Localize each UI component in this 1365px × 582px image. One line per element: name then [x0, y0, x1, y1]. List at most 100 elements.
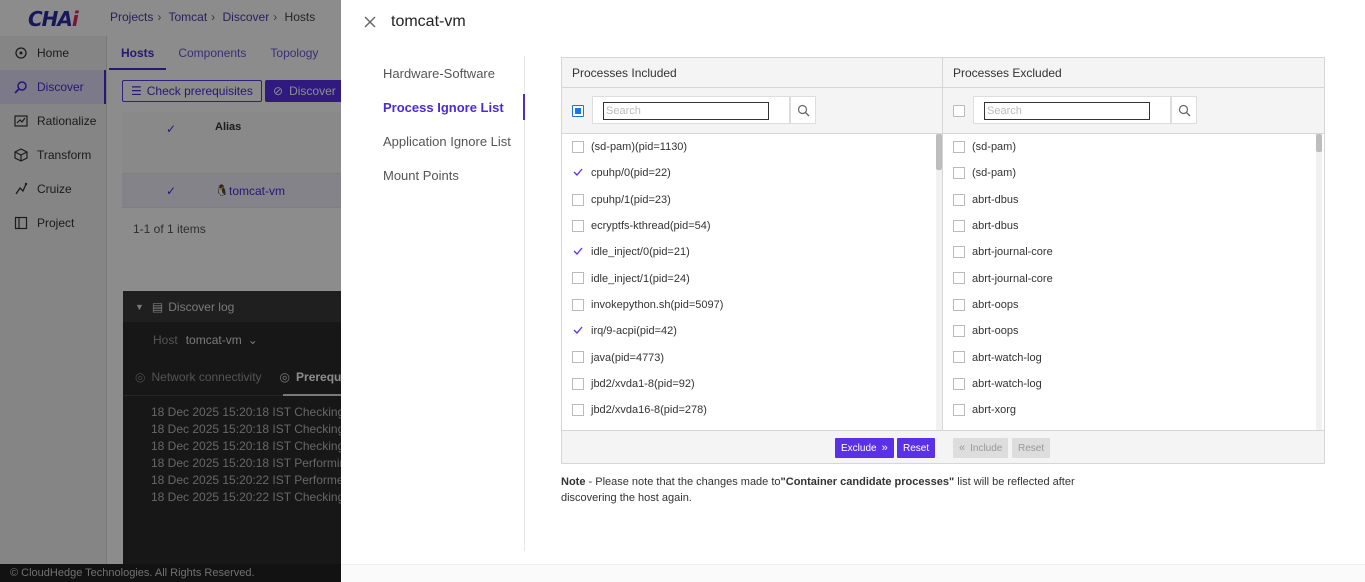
included-select-all-checkbox[interactable] [572, 105, 584, 117]
list-item[interactable]: java(pid=4773) [562, 344, 942, 370]
check-icon[interactable] [572, 245, 584, 257]
check-icon[interactable] [572, 324, 584, 336]
included-footer: Exclude » Reset [562, 430, 943, 463]
item-checkbox[interactable] [953, 298, 965, 311]
included-scrollbar-thumb[interactable] [936, 134, 942, 170]
included-process-list: (sd-pam)(pid=1130) cpuhp/0(pid=22) cpuhp/1… [562, 134, 942, 430]
excluded-footer: « Include Reset [943, 430, 1324, 463]
double-right-icon: » [881, 442, 888, 454]
item-checkbox[interactable] [953, 167, 965, 180]
drawer-footer [341, 564, 1365, 582]
tab-hardware-software[interactable]: Hardware-Software [363, 56, 524, 90]
item-checkbox[interactable] [572, 141, 584, 153]
list-item[interactable]: abrt-watch-log [943, 344, 1323, 370]
search-icon [797, 104, 809, 116]
process-transfer-list: Processes Included (sd-pam)(pid=1130) cpu… [561, 57, 1325, 464]
item-checkbox[interactable] [572, 193, 584, 206]
tab-process-ignore-list[interactable]: Process Ignore List [363, 90, 525, 124]
excluded-search-wrap [973, 96, 1171, 124]
list-item[interactable]: abrt-oops [943, 318, 1323, 344]
processes-included-header: Processes Included [562, 58, 942, 88]
included-reset-button[interactable]: Reset [897, 438, 936, 458]
list-item[interactable]: abrt-dbus [943, 187, 1323, 213]
list-item[interactable]: (sd-pam) [943, 160, 1323, 186]
included-search-button[interactable] [790, 96, 816, 124]
item-checkbox[interactable] [953, 325, 965, 338]
close-icon[interactable] [363, 15, 377, 29]
item-checkbox[interactable] [572, 377, 584, 390]
include-button[interactable]: « Include [953, 438, 1009, 458]
list-item[interactable]: abrt-oops [943, 292, 1323, 318]
note-text: Note - Please note that the changes made… [561, 474, 1121, 506]
list-item[interactable]: jbd2/xvda1-8(pid=92) [562, 371, 942, 397]
item-checkbox[interactable] [953, 141, 965, 153]
excluded-search-input[interactable] [984, 102, 1150, 120]
list-item[interactable]: (sd-pam) [943, 134, 1323, 160]
list-item[interactable]: ecryptfs-kthread(pid=54) [562, 213, 942, 239]
list-item-label: (sd-pam)(pid=1130) [591, 141, 688, 154]
search-icon [1178, 104, 1190, 116]
excluded-search-button[interactable] [1171, 96, 1197, 124]
list-item-label: java(pid=4773) [591, 351, 665, 364]
item-checkbox[interactable] [572, 351, 584, 364]
list-item[interactable]: cpuhp/1(pid=23) [562, 187, 942, 213]
settings-side-tabs: Hardware-Software Process Ignore List Ap… [363, 56, 525, 551]
list-item-label: cpuhp/1(pid=23) [591, 193, 671, 206]
list-item-label: abrt-oops [972, 325, 1019, 338]
included-search-input[interactable] [603, 102, 769, 120]
list-item-label: ecryptfs-kthread(pid=54) [591, 220, 711, 233]
item-checkbox[interactable] [953, 272, 965, 285]
list-item[interactable]: (sd-pam)(pid=1130) [562, 134, 942, 160]
list-item[interactable]: idle_inject/0(pid=21) [562, 239, 942, 265]
list-item-label: idle_inject/1(pid=24) [591, 272, 690, 285]
list-item-label: irq/9-acpi(pid=42) [591, 325, 677, 338]
list-item[interactable]: irq/9-acpi(pid=42) [562, 318, 942, 344]
included-scrollbar[interactable] [936, 134, 942, 430]
tab-mount-points[interactable]: Mount Points [363, 158, 524, 192]
item-checkbox[interactable] [953, 403, 965, 416]
item-checkbox[interactable] [953, 377, 965, 390]
excluded-select-all-checkbox[interactable] [953, 105, 965, 117]
list-item-label: cpuhp/0(pid=22) [591, 167, 671, 180]
list-item-label: abrt-watch-log [972, 351, 1042, 364]
item-checkbox[interactable] [953, 219, 965, 232]
item-checkbox[interactable] [572, 403, 584, 416]
item-checkbox[interactable] [953, 246, 965, 259]
list-item[interactable]: abrt-journal-core [943, 265, 1323, 291]
excluded-process-list: (sd-pam) (sd-pam) abrt-dbus abrt-dbus abrt-j… [943, 134, 1323, 430]
list-item[interactable]: jbd2/xvda16-8(pid=278) [562, 397, 942, 423]
excluded-search-bar [943, 88, 1324, 134]
item-checkbox[interactable] [572, 272, 584, 285]
list-item[interactable]: invokepython.sh(pid=5097) [562, 292, 942, 318]
item-checkbox[interactable] [572, 219, 584, 232]
list-item[interactable]: cpuhp/0(pid=22) [562, 160, 942, 186]
tab-application-ignore-list[interactable]: Application Ignore List [363, 124, 524, 158]
list-item-label: idle_inject/0(pid=21) [591, 246, 690, 259]
processes-included-panel: Processes Included (sd-pam)(pid=1130) cpu… [562, 58, 943, 463]
list-item-label: abrt-oops [972, 298, 1019, 311]
list-item[interactable]: abrt-journal-core [943, 239, 1323, 265]
list-item-label: abrt-xorg [972, 404, 1017, 417]
processes-excluded-header: Processes Excluded [943, 58, 1324, 88]
excluded-reset-button[interactable]: Reset [1012, 438, 1051, 458]
list-item[interactable]: idle_inject/1(pid=24) [562, 265, 942, 291]
note-highlight: "Container candidate processes" [780, 476, 955, 488]
drawer-title: tomcat-vm [391, 13, 466, 30]
included-reset-label: Reset [903, 442, 930, 454]
list-item-label: abrt-journal-core [972, 246, 1053, 259]
list-item-label: abrt-watch-log [972, 377, 1042, 390]
list-item-label: abrt-dbus [972, 193, 1019, 206]
item-checkbox[interactable] [572, 298, 584, 311]
list-item[interactable]: abrt-watch-log [943, 371, 1323, 397]
excluded-scrollbar[interactable] [1316, 134, 1322, 430]
processes-excluded-panel: Processes Excluded (sd-pam) (sd-pam) abrt-… [943, 58, 1324, 463]
list-item[interactable]: abrt-dbus [943, 213, 1323, 239]
excluded-scrollbar-thumb[interactable] [1316, 134, 1322, 152]
list-item-label: abrt-journal-core [972, 272, 1053, 285]
item-checkbox[interactable] [953, 351, 965, 364]
list-item[interactable]: abrt-xorg [943, 397, 1323, 423]
item-checkbox[interactable] [953, 193, 965, 206]
exclude-button[interactable]: Exclude » [835, 438, 894, 458]
check-icon[interactable] [572, 166, 584, 178]
included-search-wrap [592, 96, 790, 124]
